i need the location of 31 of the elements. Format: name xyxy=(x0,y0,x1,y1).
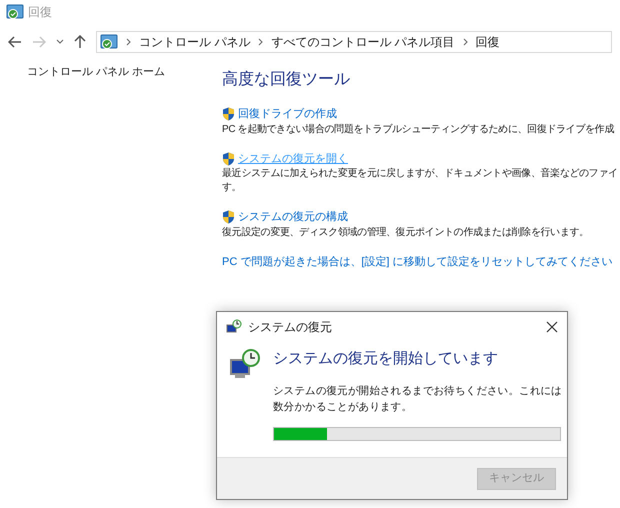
breadcrumb[interactable]: 回復 xyxy=(476,33,500,51)
caret-icon[interactable] xyxy=(56,39,64,45)
chevron-icon xyxy=(258,38,264,46)
dialog-title: システムの復元 xyxy=(248,319,333,336)
dialog-message: システムの復元が開始されるまでお待ちください。これには数分かかることがあります。 xyxy=(273,384,563,414)
tool-link[interactable]: 回復ドライブの作成 xyxy=(238,106,337,122)
shield-icon xyxy=(222,152,235,166)
control-panel-icon xyxy=(100,34,118,50)
reset-link[interactable]: PC で問題が起きた場合は、[設定] に移動して設定をリセットしてみてください xyxy=(222,254,613,270)
address-bar[interactable]: コントロール パネル すべてのコントロール パネル項目 回復 xyxy=(96,31,612,53)
close-icon[interactable] xyxy=(546,321,558,333)
app-icon xyxy=(6,4,24,20)
shield-icon xyxy=(222,210,235,224)
tool-description: PC を起動できない場合の問題をトラブルシューティングするために、回復ドライブを作成 xyxy=(222,122,614,136)
window-title: 回復 xyxy=(28,4,52,21)
tool-description: 最近システムに加えられた変更を元に戻しますが、ドキュメントや画像、音楽などのファイ xyxy=(222,167,618,181)
up-arrow-icon[interactable] xyxy=(74,35,86,49)
sidebar-link[interactable]: コントロール パネル ホーム xyxy=(27,64,166,80)
page-heading: 高度な回復ツール xyxy=(222,70,350,90)
tool-description: 復元設定の変更、ディスク領域の管理、復元ポイントの作成または削除を行います。 xyxy=(222,226,589,240)
chevron-icon xyxy=(462,38,468,46)
back-arrow-icon[interactable] xyxy=(8,36,22,48)
tool-link[interactable]: システムの復元の構成 xyxy=(238,209,348,226)
breadcrumb[interactable]: すべてのコントロール パネル項目 xyxy=(271,33,455,51)
dialog-heading: システムの復元を開始しています xyxy=(273,349,499,369)
tool-description: す。 xyxy=(222,181,242,195)
system-restore-icon xyxy=(226,319,242,335)
system-restore-icon xyxy=(229,348,261,380)
breadcrumb[interactable]: コントロール パネル xyxy=(139,33,250,51)
chevron-icon xyxy=(126,38,131,46)
shield-icon xyxy=(222,107,235,122)
